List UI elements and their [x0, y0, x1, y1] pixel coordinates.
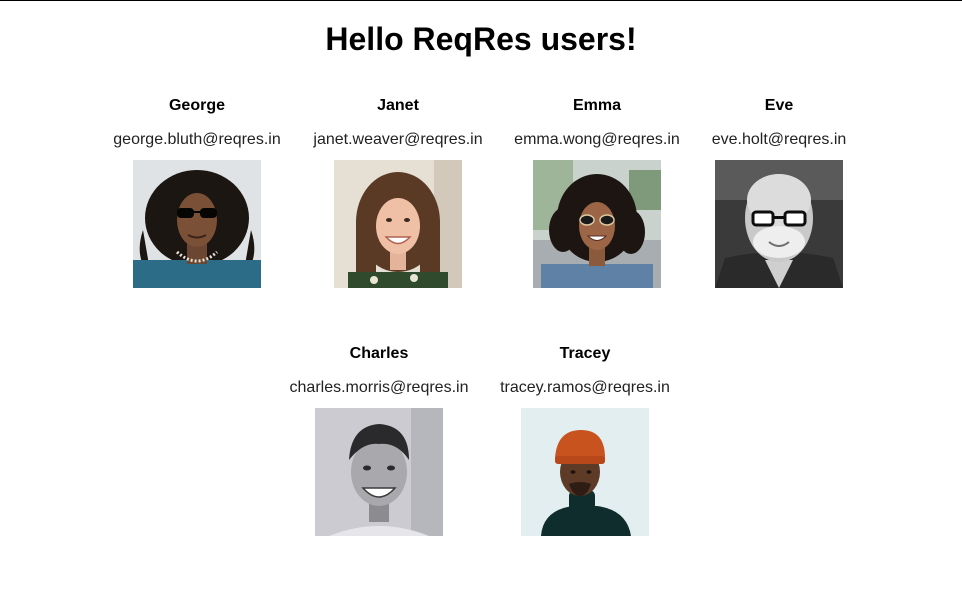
user-avatar [133, 160, 261, 288]
user-avatar [334, 160, 462, 288]
user-name: Charles [349, 345, 409, 362]
user-name: George [168, 97, 225, 114]
page-title: Hello ReqRes users! [325, 21, 637, 57]
user-email: emma.wong@reqres.in [514, 131, 680, 148]
user-name: Eve [764, 97, 794, 114]
user-avatar [715, 160, 843, 288]
user-card-janet: Janet janet.weaver@reqres.in [298, 96, 498, 288]
user-avatar [315, 408, 443, 536]
user-email: eve.holt@reqres.in [711, 131, 847, 148]
user-name: Tracey [559, 345, 611, 362]
page: Hello ReqRes users! George george.bluth@… [0, 0, 962, 589]
user-card-george: George george.bluth@reqres.in [97, 96, 297, 288]
user-email: janet.weaver@reqres.in [313, 131, 483, 148]
user-name: Emma [572, 97, 622, 114]
user-email: charles.morris@reqres.in [289, 379, 469, 396]
user-email: george.bluth@reqres.in [113, 131, 281, 148]
user-card-charles: Charles charles.morris@reqres.in [279, 344, 479, 536]
user-email: tracey.ramos@reqres.in [500, 379, 670, 396]
user-name: Janet [377, 97, 419, 114]
user-card-emma: Emma emma.wong@reqres.in [497, 96, 697, 288]
user-card-tracey: Tracey tracey.ramos@reqres.in [485, 344, 685, 536]
user-avatar [521, 408, 649, 536]
user-avatar [533, 160, 661, 288]
user-card-eve: Eve eve.holt@reqres.in [679, 96, 879, 288]
